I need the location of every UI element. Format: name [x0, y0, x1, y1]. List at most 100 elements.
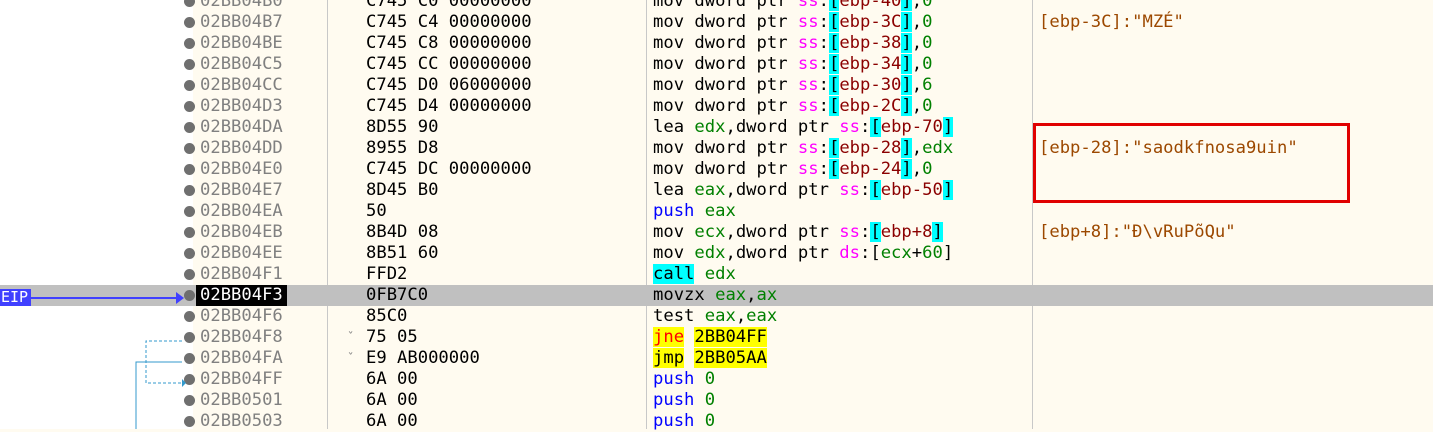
- address[interactable]: 02BB04F8: [200, 327, 283, 348]
- disassembly-listing[interactable]: 02BB04B0 C745 C0 00000000 mov dword ptr ss…: [0, 0, 1433, 432]
- instruction-row[interactable]: 02BB04CC C745 D0 06000000 mov dword ptr ss…: [0, 75, 1433, 96]
- instruction-bytes[interactable]: C745 CC 00000000: [366, 54, 532, 75]
- instruction-row[interactable]: 02BB04F1 FFD2 call edx: [0, 264, 1433, 285]
- token-text: ,: [911, 159, 923, 179]
- jump-lines: [135, 340, 186, 429]
- token-ofs: ebp-50: [880, 180, 943, 200]
- disassembly[interactable]: lea edx,dword ptr ss:[ebp-70]: [653, 117, 954, 138]
- disassembly[interactable]: mov dword ptr ss:[ebp-38],0: [653, 33, 932, 54]
- disassembly[interactable]: test eax,eax: [653, 306, 777, 327]
- instruction-row[interactable]: 02BB04B0 C745 C0 00000000 mov dword ptr ss…: [0, 0, 1433, 12]
- address[interactable]: 02BB04F1: [200, 264, 283, 285]
- instruction-bytes[interactable]: C745 C4 00000000: [366, 12, 532, 33]
- token-brk: [: [828, 12, 840, 32]
- token-kw: dword ptr: [735, 117, 840, 137]
- instruction-bytes[interactable]: 85C0: [366, 306, 407, 327]
- instruction-bytes[interactable]: E9 AB000000: [366, 348, 480, 369]
- address[interactable]: 02BB04D3: [200, 96, 283, 117]
- token-brk: ]: [901, 96, 912, 116]
- token-brk: [: [828, 75, 840, 95]
- address[interactable]: 02BB04BE: [200, 33, 283, 54]
- token-ofs: ebp-28: [839, 138, 902, 158]
- instruction-row[interactable]: 02BB04BE C745 C8 00000000 mov dword ptr ss…: [0, 33, 1433, 54]
- instruction-bytes[interactable]: 6A 00: [366, 390, 418, 411]
- instruction-row[interactable]: 02BB04EB 8B4D 08 mov ecx,dword ptr ss:[ebp…: [0, 222, 1433, 243]
- disassembly[interactable]: push eax: [653, 201, 736, 222]
- disassembly[interactable]: mov ecx,dword ptr ss:[ebp+8]: [653, 222, 943, 243]
- address[interactable]: 02BB04CC: [200, 75, 283, 96]
- disassembly[interactable]: mov dword ptr ss:[ebp-30],6: [653, 75, 932, 96]
- instruction-bytes[interactable]: 8D45 B0: [366, 180, 438, 201]
- token-mn: mov: [653, 0, 685, 11]
- token-seg: ss: [797, 159, 819, 179]
- disassembly[interactable]: mov edx,dword ptr ds:[ecx+60]: [653, 243, 953, 264]
- instruction-bytes[interactable]: 0FB7C0: [366, 285, 428, 306]
- token-reg: eax: [704, 201, 736, 221]
- address[interactable]: 02BB04F6: [200, 306, 283, 327]
- token-ofs: ebp-24: [839, 159, 902, 179]
- instruction-bytes[interactable]: 8B51 60: [366, 243, 438, 264]
- instruction-row[interactable]: 02BB04D3 C745 D4 00000000 mov dword ptr ss…: [0, 96, 1433, 117]
- instruction-bytes[interactable]: 6A 00: [366, 369, 418, 390]
- disassembly[interactable]: jne 2BB04FF: [653, 327, 767, 348]
- jump-line-jmp: [135, 361, 182, 429]
- current-instruction-row[interactable]: 02BB04F3 0FB7C0 movzx eax,ax: [0, 285, 1433, 306]
- disassembly[interactable]: jmp 2BB05AA: [653, 348, 767, 369]
- instruction-row[interactable]: 02BB04FA ˇ E9 AB000000 jmp 2BB05AA: [0, 348, 1433, 369]
- address[interactable]: 02BB04DD: [200, 138, 283, 159]
- instruction-bytes[interactable]: 8B4D 08: [366, 222, 438, 243]
- address[interactable]: 02BB04F3: [196, 285, 287, 306]
- instruction-bytes[interactable]: C745 DC 00000000: [366, 159, 532, 180]
- disassembly[interactable]: call edx: [653, 264, 736, 285]
- instruction-row[interactable]: 02BB04F8 ˇ 75 05 jne 2BB04FF: [0, 327, 1433, 348]
- address[interactable]: 02BB0501: [200, 390, 283, 411]
- disassembly[interactable]: mov dword ptr ss:[ebp-2C],0: [653, 96, 932, 117]
- instruction-bytes[interactable]: C745 D4 00000000: [366, 96, 532, 117]
- instruction-row[interactable]: 02BB04EA 50 push eax: [0, 201, 1433, 222]
- token-reg: ecx: [694, 222, 726, 242]
- instruction-bytes[interactable]: 8D55 90: [366, 117, 438, 138]
- instruction-bytes[interactable]: 50: [366, 201, 387, 222]
- disassembly[interactable]: push 0: [653, 390, 715, 411]
- instruction-row[interactable]: 02BB0501 6A 00 push 0: [0, 390, 1433, 411]
- instruction-row[interactable]: 02BB04F6 85C0 test eax,eax: [0, 306, 1433, 327]
- address[interactable]: 02BB04FA: [200, 348, 283, 369]
- instruction-row[interactable]: 02BB04C5 C745 CC 00000000 mov dword ptr ss…: [0, 54, 1433, 75]
- disassembly[interactable]: mov dword ptr ss:[ebp-3C],0: [653, 12, 932, 33]
- address[interactable]: 02BB04DA: [200, 117, 283, 138]
- address[interactable]: 02BB04EB: [200, 222, 283, 243]
- disassembly[interactable]: push 0: [653, 369, 715, 390]
- address[interactable]: 02BB04B0: [200, 0, 283, 12]
- instruction-bytes[interactable]: C745 D0 06000000: [366, 75, 532, 96]
- address[interactable]: 02BB04E0: [200, 159, 283, 180]
- disassembly[interactable]: lea eax,dword ptr ss:[ebp-50]: [653, 180, 954, 201]
- instruction-bytes[interactable]: C745 C0 00000000: [366, 0, 532, 12]
- comment[interactable]: [ebp+8]:"Ð\vRuPõQu": [1039, 222, 1236, 243]
- instruction-bytes[interactable]: 75 05: [366, 327, 418, 348]
- token-num: 6: [922, 75, 933, 95]
- disassembly[interactable]: movzx eax,ax: [653, 285, 777, 306]
- instruction-row[interactable]: 02BB04B7 C745 C4 00000000 mov dword ptr ss…: [0, 12, 1433, 33]
- instruction-row[interactable]: 02BB04FF 6A 00 push 0: [0, 369, 1433, 390]
- disassembly[interactable]: mov dword ptr ss:[ebp-28],edx: [653, 138, 953, 159]
- address[interactable]: 02BB04C5: [200, 54, 283, 75]
- token-brk: ]: [901, 75, 912, 95]
- instruction-bytes[interactable]: FFD2: [366, 264, 407, 285]
- token-ofs: ebp-30: [839, 75, 902, 95]
- address[interactable]: 02BB04E7: [200, 180, 283, 201]
- disassembly[interactable]: mov dword ptr ss:[ebp-40],0: [653, 0, 932, 12]
- address[interactable]: 02BB04B7: [200, 12, 283, 33]
- address[interactable]: 02BB04EA: [200, 201, 283, 222]
- address[interactable]: 02BB04FF: [200, 369, 283, 390]
- comment[interactable]: [ebp-3C]:"MZÉ": [1039, 12, 1184, 33]
- disassembly[interactable]: mov dword ptr ss:[ebp-34],0: [653, 54, 932, 75]
- instruction-bytes[interactable]: 8955 D8: [366, 138, 438, 159]
- instruction-row[interactable]: 02BB04EE 8B51 60 mov edx,dword ptr ds:[ecx…: [0, 243, 1433, 264]
- token-text: ,: [911, 33, 923, 53]
- address[interactable]: 02BB04EE: [200, 243, 283, 264]
- disassembly[interactable]: mov dword ptr ss:[ebp-24],0: [653, 159, 932, 180]
- token-text: ,: [746, 285, 757, 305]
- instruction-bytes[interactable]: C745 C8 00000000: [366, 33, 532, 54]
